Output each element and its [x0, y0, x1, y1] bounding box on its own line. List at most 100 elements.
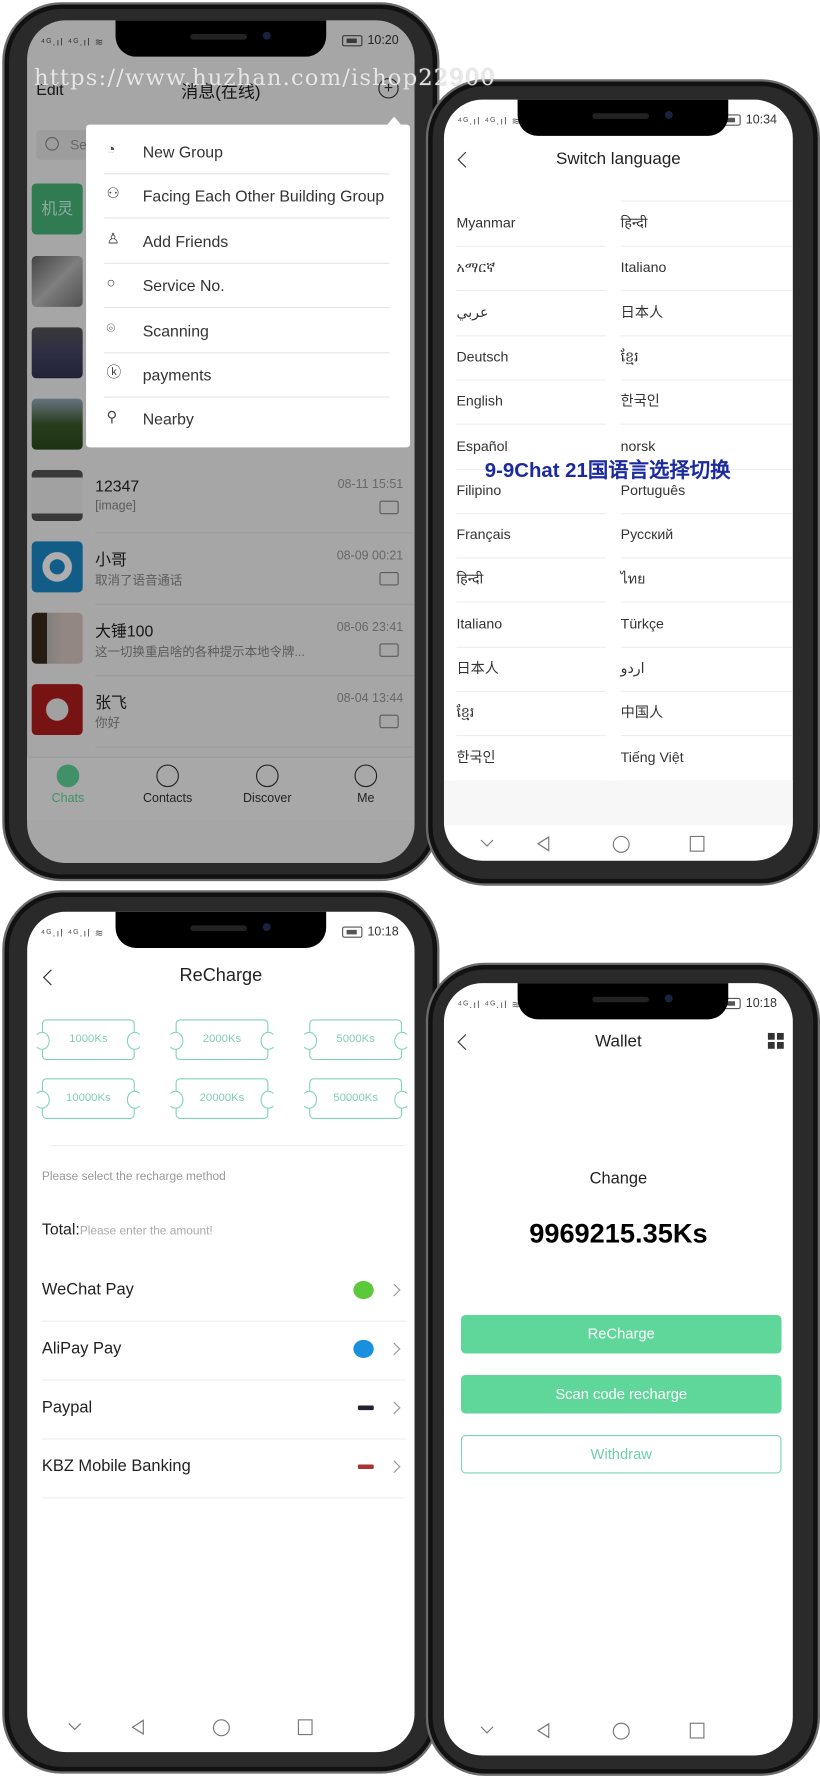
nav-recents-icon[interactable] [689, 1722, 705, 1739]
notch [517, 983, 729, 1020]
language-option[interactable]: ខ្មែរ [620, 335, 793, 381]
nav-home-icon[interactable] [612, 1722, 630, 1740]
amount-option[interactable]: 2000Ks [167, 1019, 277, 1061]
language-option[interactable]: عربي [456, 291, 606, 336]
total-label: Total: [41, 1219, 80, 1238]
system-nav-bar [27, 1717, 414, 1742]
signal-icons: ⁴ᴳ.ıl ⁴ᴳ.ıl ≋ [457, 115, 522, 127]
chevron-right-icon [387, 1342, 401, 1356]
payment-method[interactable]: Paypal [41, 1380, 406, 1440]
language-option[interactable]: ไทย [620, 558, 793, 603]
chevron-right-icon [387, 1283, 401, 1297]
total-field[interactable]: Total:Please enter the amount! [42, 1220, 213, 1240]
menu-item-label: Nearby [142, 410, 194, 429]
search-icon: ○ [106, 274, 116, 292]
divider [49, 1145, 406, 1147]
menu-item-label: Service No. [142, 276, 225, 295]
language-option[interactable]: ខ្មែរ [456, 691, 606, 737]
menu-item-label: Scanning [142, 321, 209, 340]
method-hint: Please select the recharge method [41, 1169, 226, 1184]
signal-icons: ⁴ᴳ.ıl ⁴ᴳ.ıl ≋ [40, 927, 105, 939]
language-option[interactable]: 日本人 [620, 291, 793, 336]
language-option[interactable]: Tiếng Việt [620, 736, 793, 782]
payment-method[interactable]: WeChat Pay [41, 1262, 406, 1322]
payment-label: WeChat Pay [41, 1280, 134, 1300]
nav-home-icon[interactable] [612, 835, 630, 853]
chevron-right-icon [387, 1401, 401, 1415]
ks-coin-icon: ⓚ [106, 363, 122, 381]
language-option[interactable]: 中国人 [620, 691, 793, 737]
recharge-screen: ⁴ᴳ.ıl ⁴ᴳ.ıl ≋ 10:18 ReCharge 1000Ks 2000K… [27, 911, 415, 1753]
language-option[interactable]: 한국인 [456, 736, 606, 782]
menu-caret [387, 116, 401, 125]
language-option[interactable]: Deutsch [456, 335, 606, 381]
status-time: 10:18 [367, 925, 399, 939]
balance-label: Change [589, 1169, 648, 1189]
system-nav-bar [444, 833, 793, 859]
language-option[interactable]: Русский [620, 513, 793, 559]
nav-back-icon[interactable] [536, 835, 550, 852]
status-time: 10:34 [745, 113, 777, 127]
notch [115, 20, 327, 57]
chevron-right-icon [387, 1460, 401, 1474]
location-icon: ⚲ [106, 408, 118, 426]
language-option[interactable]: हिन्दी [456, 558, 606, 603]
menu-item-label: New Group [142, 142, 223, 161]
menu-item[interactable]: ⚲ Nearby [104, 397, 389, 441]
add-menu: ◔ New Group ⚇ Facing Each Other Building Gr… [86, 124, 411, 448]
alipay-icon [353, 1339, 374, 1358]
scan-code-recharge-button[interactable]: Scan code recharge [460, 1374, 782, 1414]
page-title: Wallet [595, 1031, 642, 1052]
notch [517, 99, 729, 136]
language-option[interactable]: Myanmar [456, 202, 606, 247]
notch [115, 911, 327, 948]
language-option[interactable]: Türkçe [620, 602, 793, 648]
page-title: ReCharge [179, 966, 263, 986]
menu-item[interactable]: ◔ New Group [104, 129, 390, 175]
payment-method[interactable]: AliPay Pay [41, 1321, 406, 1381]
amount-option[interactable]: 20000Ks [167, 1078, 277, 1120]
amount-option[interactable]: 50000Ks [301, 1078, 411, 1120]
nav-recents-icon[interactable] [297, 1719, 313, 1736]
language-option[interactable]: Italiano [620, 246, 793, 292]
system-nav-bar [444, 1720, 793, 1746]
nav-back-icon[interactable] [536, 1722, 550, 1739]
wallet-screen: ⁴ᴳ.ıl ⁴ᴳ.ıl ≋ 10:18 Wallet Change 996921… [443, 983, 793, 1756]
group-chat-icon: ◔ [106, 140, 116, 158]
add-friend-icon: ♙ [106, 229, 120, 247]
page-title: Switch language [556, 149, 681, 169]
recharge-button[interactable]: ReCharge [460, 1314, 782, 1354]
language-option[interactable]: Français [456, 513, 606, 559]
chevron-down-icon[interactable] [480, 1720, 494, 1734]
payment-label: KBZ Mobile Banking [41, 1457, 191, 1476]
language-option[interactable]: 日本人 [456, 647, 606, 693]
menu-item[interactable]: ♙ Add Friends [104, 218, 390, 264]
chevron-down-icon[interactable] [68, 1717, 82, 1731]
language-option[interactable]: Italiano [456, 602, 606, 648]
chevron-down-icon[interactable] [480, 833, 494, 847]
amount-option[interactable]: 5000Ks [301, 1019, 411, 1061]
payment-method[interactable]: KBZ Mobile Banking [41, 1438, 406, 1499]
amount-option[interactable]: 1000Ks [33, 1019, 143, 1061]
language-option[interactable]: አማርኛ [456, 246, 606, 292]
nav-home-icon[interactable] [212, 1719, 230, 1737]
wechat-icon [353, 1280, 374, 1300]
withdraw-button[interactable]: Withdraw [460, 1435, 782, 1474]
amount-option[interactable]: 10000Ks [33, 1078, 143, 1120]
menu-item[interactable]: ⚇ Facing Each Other Building Group [104, 174, 390, 220]
balance-amount: 9969215.35Ks [529, 1218, 708, 1250]
qr-grid-icon[interactable] [767, 1032, 784, 1049]
menu-item[interactable]: ○ Service No. [104, 263, 390, 309]
nav-back-icon[interactable] [131, 1719, 144, 1736]
language-option[interactable]: اردو [620, 647, 793, 693]
paypal-icon [357, 1405, 374, 1411]
language-option[interactable]: 한국인 [620, 380, 793, 425]
menu-item[interactable]: ⓚ payments [104, 352, 390, 398]
nav-recents-icon[interactable] [689, 835, 705, 852]
language-option[interactable]: हिन्दी [620, 202, 793, 247]
language-option[interactable]: English [456, 380, 606, 425]
payment-label: Paypal [41, 1398, 93, 1417]
menu-item[interactable]: ⌾ Scanning [104, 308, 390, 353]
caption-overlay: 9-9Chat 21国语言选择切换 [484, 458, 731, 482]
status-time: 10:18 [745, 996, 777, 1011]
